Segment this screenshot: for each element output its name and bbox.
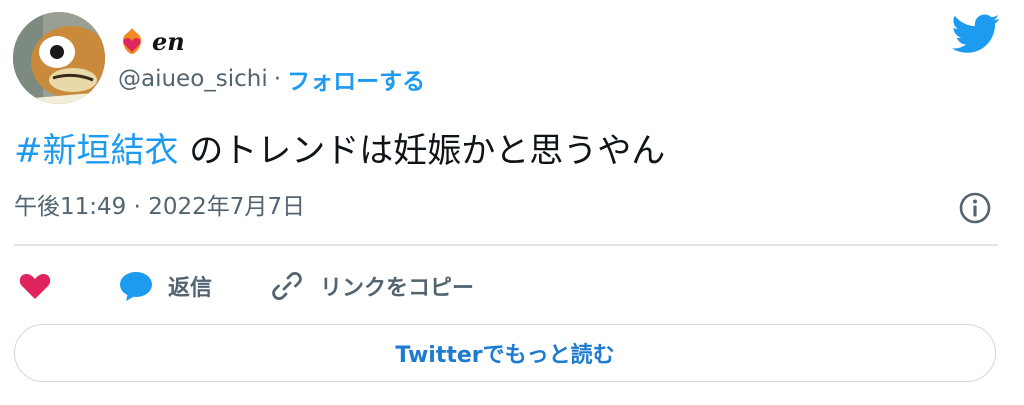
user-handle[interactable]: @aiueo_sichi [118, 66, 268, 92]
heart-icon [18, 271, 52, 301]
divider [14, 244, 998, 246]
reply-button[interactable]: 返信 [118, 264, 212, 308]
copy-link-button[interactable]: リンクをコピー [270, 264, 474, 308]
copy-link-label: リンクをコピー [320, 276, 475, 301]
twitter-bird-icon[interactable] [952, 14, 1000, 54]
fire-heart-icon [118, 26, 146, 56]
link-icon [270, 269, 304, 303]
avatar[interactable] [13, 12, 105, 104]
hashtag-link[interactable]: #新垣結衣 [14, 131, 179, 171]
author-name-row: en [118, 22, 185, 60]
follow-button[interactable]: フォローする [287, 62, 425, 96]
display-name[interactable]: en [152, 27, 185, 56]
read-more-button[interactable]: Twitterでもっと読む [14, 324, 996, 382]
separator: · [273, 66, 282, 92]
tweet-text: #新垣結衣 のトレンドは妊娠かと思うやん [14, 127, 665, 175]
handle-row: @aiueo_sichi · フォローする [118, 62, 425, 96]
tweet-body: のトレンドは妊娠かと思うやん [178, 131, 666, 171]
reply-label: 返信 [168, 276, 213, 301]
tweet-timestamp[interactable]: 午後11:49 · 2022年7月7日 [14, 188, 305, 226]
reply-bubble-icon [118, 269, 154, 303]
like-button[interactable] [18, 264, 52, 308]
info-icon[interactable] [958, 191, 992, 225]
